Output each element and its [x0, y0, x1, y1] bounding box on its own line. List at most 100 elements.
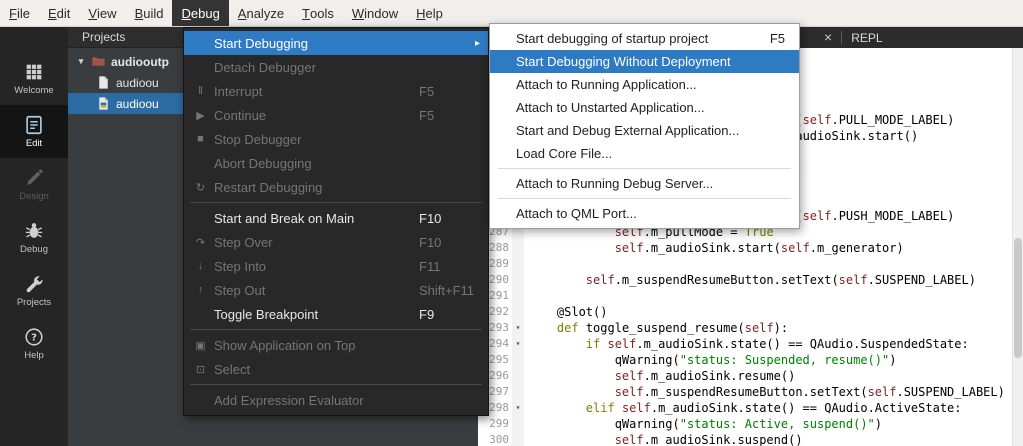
- fold-marker-icon[interactable]: ▾: [512, 400, 524, 416]
- debug-bug-icon: [23, 220, 45, 242]
- mode-debug[interactable]: Debug: [0, 211, 68, 264]
- menubar-item-window[interactable]: Window: [343, 0, 407, 26]
- mode-help[interactable]: ?Help: [0, 317, 68, 370]
- code-line: 297 self.m_suspendResumeButton.setText(s…: [478, 384, 1012, 400]
- qt-creator-window: FileEditViewBuildDebugAnalyzeToolsWindow…: [0, 0, 1023, 446]
- menubar-item-build[interactable]: Build: [126, 0, 173, 26]
- svg-text:?: ?: [31, 333, 37, 344]
- submenu-item-attach-to-running-application[interactable]: Attach to Running Application...: [490, 73, 799, 96]
- menubar-item-debug[interactable]: Debug: [172, 0, 228, 26]
- mode-sidebar: Welcome Edit Design Debug Projects?Help: [0, 27, 68, 446]
- menu-item-add-expression-evaluator: Add Expression Evaluator: [184, 388, 488, 412]
- submenu-item-attach-to-unstarted-application[interactable]: Attach to Unstarted Application...: [490, 96, 799, 119]
- menubar-item-tools[interactable]: Tools: [293, 0, 343, 26]
- code-text: elif self.m_audioSink.state() == QAudio.…: [524, 400, 962, 416]
- fold-margin: [512, 272, 524, 288]
- code-line: 298▾ elif self.m_audioSink.state() == QA…: [478, 400, 1012, 416]
- menu-item-start-debugging[interactable]: Start Debugging▸: [184, 31, 488, 55]
- fold-margin: [512, 416, 524, 432]
- menu-item-label: Add Expression Evaluator: [214, 393, 364, 408]
- submenu-item-attach-to-qml-port[interactable]: Attach to QML Port...: [490, 202, 799, 225]
- mode-design: Design: [0, 158, 68, 211]
- line-number[interactable]: 299: [478, 416, 512, 432]
- fold-marker-icon[interactable]: ▾: [512, 320, 524, 336]
- menu-item-label: Restart Debugging: [214, 180, 322, 195]
- submenu-item-start-debugging-without-deployment[interactable]: Start Debugging Without Deployment: [490, 50, 799, 73]
- projects-wrench-icon: [23, 273, 45, 295]
- file-icon: [96, 75, 111, 90]
- submenu-item-start-debugging-of-startup-project[interactable]: Start debugging of startup projectF5: [490, 27, 799, 50]
- fold-margin: [512, 352, 524, 368]
- menu-item-abort-debugging: Abort Debugging: [184, 151, 488, 175]
- fold-margin: [512, 256, 524, 272]
- code-text: if self.m_audioSink.state() == QAudio.Su…: [524, 336, 969, 352]
- menubar-item-view[interactable]: View: [79, 0, 125, 26]
- code-text: def toggle_suspend_resume(self):: [524, 320, 788, 336]
- menu-item-shortcut: F10: [419, 235, 441, 250]
- fold-marker-icon[interactable]: ▾: [512, 336, 524, 352]
- code-line: 289: [478, 256, 1012, 272]
- submenu-item-load-core-file[interactable]: Load Core File...: [490, 142, 799, 165]
- mode-label: Welcome: [14, 85, 53, 96]
- code-text: self.m_audioSink.start(self.m_generator): [524, 240, 904, 256]
- code-line: 291: [478, 288, 1012, 304]
- python-file-icon: [96, 96, 111, 111]
- scrollbar-thumb[interactable]: [1014, 238, 1022, 358]
- mode-projects[interactable]: Projects: [0, 264, 68, 317]
- line-number[interactable]: 300: [478, 432, 512, 446]
- code-text: self.m_audioSink.suspend(): [524, 432, 803, 446]
- code-text: qWarning("status: Suspended, resume()"): [524, 352, 896, 368]
- step-over-icon: ↷: [192, 236, 209, 249]
- submenu-item-label: Attach to Unstarted Application...: [516, 100, 705, 115]
- menu-item-label: Step Out: [214, 283, 265, 298]
- menu-item-label: Step Into: [214, 259, 266, 274]
- menu-item-shortcut: F5: [419, 84, 434, 99]
- mode-edit[interactable]: Edit: [0, 105, 68, 158]
- menubar-item-edit[interactable]: Edit: [39, 0, 79, 26]
- menubar-item-file[interactable]: File: [0, 0, 39, 26]
- menu-item-label: Detach Debugger: [214, 60, 316, 75]
- step-into-icon: ↓: [192, 260, 209, 272]
- mode-label: Design: [19, 191, 49, 202]
- menu-item-label: Step Over: [214, 235, 273, 250]
- help-question-icon: ?: [23, 326, 45, 348]
- expander-icon[interactable]: ▾: [76, 56, 86, 67]
- submenu-item-start-and-debug-external-application[interactable]: Start and Debug External Application...: [490, 119, 799, 142]
- menubar-item-help[interactable]: Help: [407, 0, 452, 26]
- code-text: self.m_suspendResumeButton.setText(self.…: [524, 384, 1005, 400]
- submenu-arrow-icon: ▸: [475, 38, 480, 49]
- folder-icon: [91, 54, 106, 69]
- continue-icon: ▶: [192, 109, 209, 122]
- submenu-item-shortcut: F5: [770, 31, 785, 46]
- menu-item-start-and-break-on-main[interactable]: Start and Break on MainF10: [184, 206, 488, 230]
- menu-item-label: Interrupt: [214, 84, 262, 99]
- welcome-grid-icon: [23, 61, 45, 83]
- menu-item-continue: ▶ContinueF5: [184, 103, 488, 127]
- code-text: @Slot(): [524, 304, 607, 320]
- close-document-icon[interactable]: ×: [824, 27, 832, 48]
- interrupt-icon: ‖: [192, 85, 209, 97]
- menu-item-shortcut: F5: [419, 108, 434, 123]
- code-text: self.m_audioSink.resume(): [524, 368, 795, 384]
- menu-item-toggle-breakpoint[interactable]: Toggle BreakpointF9: [184, 302, 488, 326]
- editor-scrollbar[interactable]: [1012, 48, 1023, 446]
- code-line: 299 qWarning("status: Active, suspend()"…: [478, 416, 1012, 432]
- menubar-item-analyze[interactable]: Analyze: [229, 0, 293, 26]
- mode-label: Debug: [20, 244, 48, 255]
- design-brush-icon: [23, 167, 45, 189]
- submenu-item-attach-to-running-debug-server[interactable]: Attach to Running Debug Server...: [490, 172, 799, 195]
- code-line: 294▾ if self.m_audioSink.state() == QAud…: [478, 336, 1012, 352]
- menu-item-step-out: ↑Step OutShift+F11: [184, 278, 488, 302]
- code-line: 300 self.m_audioSink.suspend(): [478, 432, 1012, 446]
- menu-item-show-application-on-top: ▣Show Application on Top: [184, 333, 488, 357]
- code-line: 288 self.m_audioSink.start(self.m_genera…: [478, 240, 1012, 256]
- menu-item-label: Abort Debugging: [214, 156, 312, 171]
- menu-item-label: Stop Debugger: [214, 132, 301, 147]
- repl-tab[interactable]: REPL: [851, 31, 882, 45]
- mode-welcome[interactable]: Welcome: [0, 52, 68, 105]
- menu-item-detach-debugger: Detach Debugger: [184, 55, 488, 79]
- submenu-item-label: Start and Debug External Application...: [516, 123, 739, 138]
- mode-label: Edit: [26, 138, 42, 149]
- submenu-item-label: Load Core File...: [516, 146, 612, 161]
- fold-margin: [512, 288, 524, 304]
